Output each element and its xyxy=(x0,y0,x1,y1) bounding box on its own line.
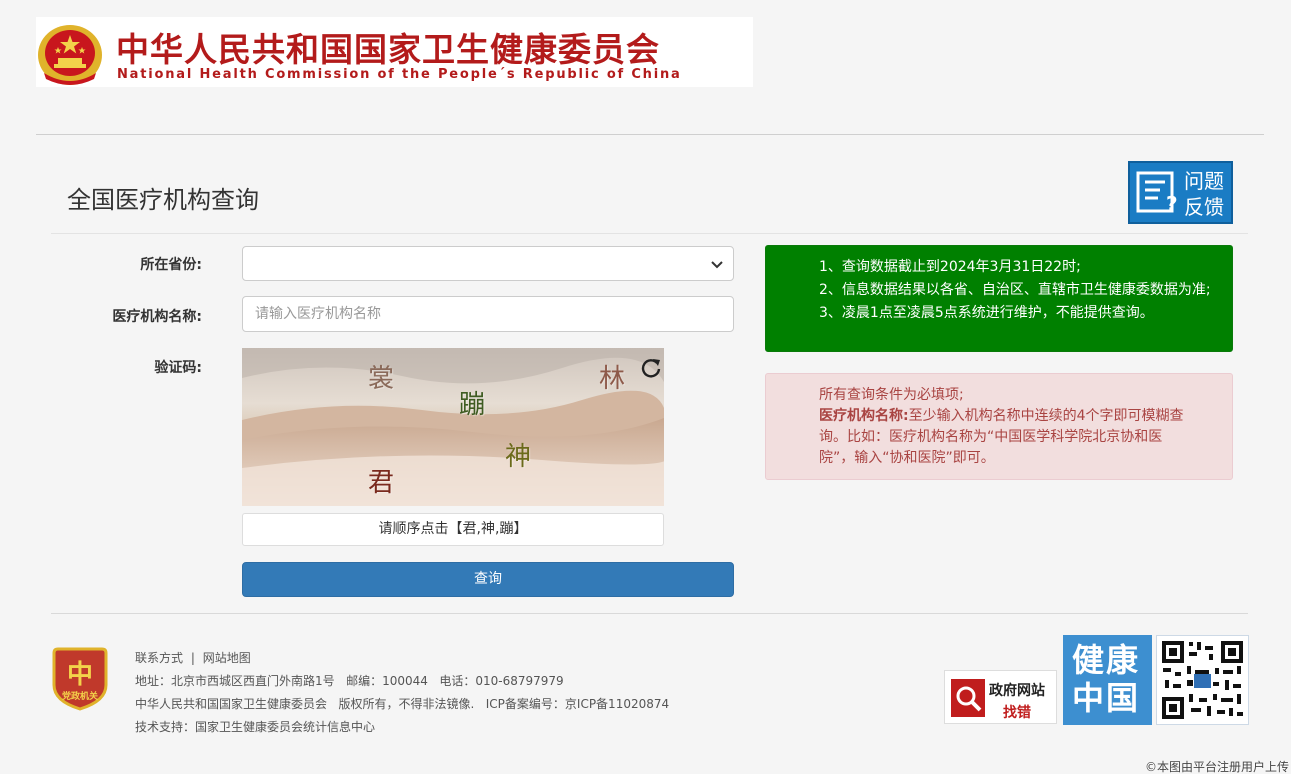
feedback-form-icon: ? xyxy=(1136,171,1178,215)
requirement-alert: 所有查询条件为必填项; 医疗机构名称:至少输入机构名称中连续的4个字即可模糊查询… xyxy=(765,373,1233,480)
gov-site-error-report-button[interactable]: 政府网站 找错 xyxy=(944,670,1057,724)
institution-name-input[interactable] xyxy=(242,296,734,332)
link-separator: | xyxy=(190,651,195,665)
captcha-instruction: 请顺序点击【君,神,蹦】 xyxy=(242,513,664,546)
requirement-bold-label: 医疗机构名称: xyxy=(819,408,909,424)
captcha-char[interactable]: 神 xyxy=(505,436,531,473)
captcha-char[interactable]: 林 xyxy=(599,358,625,395)
site-title-cn: 中华人民共和国国家卫生健康委员会 xyxy=(116,30,660,69)
data-notice: 1、查询数据截止到2024年3月31日22时; 2、信息数据结果以各省、自治区、… xyxy=(765,245,1233,352)
province-select[interactable] xyxy=(242,246,734,281)
party-badge-label: 党政机关 xyxy=(62,690,98,702)
captcha-char[interactable]: 君 xyxy=(368,462,394,499)
footer-phone: 电话：010-68797979 xyxy=(439,674,564,688)
notice-line: 2、信息数据结果以各省、自治区、直辖市卫生健康委数据为准; xyxy=(819,282,1211,298)
feedback-button[interactable]: ? 问题反馈 xyxy=(1128,161,1233,224)
platform-watermark: ©本图由平台注册用户上传 xyxy=(1144,760,1289,774)
refresh-icon[interactable] xyxy=(640,356,662,378)
sitemap-link[interactable]: 网站地图 xyxy=(203,651,251,665)
footer-copyright-org: 中华人民共和国国家卫生健康委员会 xyxy=(135,697,328,711)
captcha-char[interactable]: 裳 xyxy=(368,358,394,395)
party-government-badge-icon[interactable]: 中 党政机关 xyxy=(52,645,108,711)
captcha-label: 验证码: xyxy=(154,360,202,376)
captcha-image[interactable]: 裳 林 蹦 神 君 xyxy=(242,348,664,506)
header-banner: 中华人民共和国国家卫生健康委员会 National Health Commiss… xyxy=(36,17,753,87)
svg-text:中: 中 xyxy=(67,660,93,690)
gov-error-line2: 找错 xyxy=(1003,705,1031,721)
qr-code-icon xyxy=(1156,635,1249,725)
health-china-label: 健康中国 xyxy=(1072,641,1141,717)
footer-tech-support: 技术支持：国家卫生健康委员会统计信息中心 xyxy=(135,720,376,734)
query-button[interactable]: 查询 xyxy=(242,562,734,597)
contact-link[interactable]: 联系方式 xyxy=(135,651,183,665)
footer-info: 联系方式 | 网站地图 地址：北京市西城区西直门外南路1号 邮编：100044 … xyxy=(135,647,669,739)
health-china-logo[interactable]: 健康中国 xyxy=(1063,635,1152,725)
captcha-char[interactable]: 蹦 xyxy=(459,384,485,421)
footer-address: 地址：北京市西城区西直门外南路1号 xyxy=(135,674,335,688)
feedback-label: 问题反馈 xyxy=(1184,169,1224,219)
province-label: 所在省份: xyxy=(140,257,202,273)
national-emblem-icon xyxy=(36,17,104,87)
page-title: 全国医疗机构查询 xyxy=(67,186,259,214)
footer-postcode: 邮编：100044 xyxy=(346,674,428,688)
title-divider xyxy=(51,233,1248,234)
chevron-down-icon xyxy=(711,261,723,269)
gov-error-line1: 政府网站 xyxy=(989,683,1045,699)
svg-text:?: ? xyxy=(1166,192,1178,215)
footer-divider xyxy=(51,613,1248,614)
notice-line: 1、查询数据截止到2024年3月31日22时; xyxy=(819,259,1081,275)
requirement-line: 所有查询条件为必填项; xyxy=(819,387,964,403)
magnifier-icon xyxy=(951,679,985,717)
site-title-en: National Health Commission of the People… xyxy=(117,67,682,82)
header-divider xyxy=(36,134,1264,135)
footer-icp: ICP备案编号：京ICP备11020874 xyxy=(485,697,670,711)
footer-copyright: 版权所有，不得非法镜像. xyxy=(338,697,475,711)
notice-line: 3、凌晨1点至凌晨5点系统进行维护，不能提供查询。 xyxy=(819,305,1154,321)
requirement-detail: 医疗机构名称:至少输入机构名称中连续的4个字即可模糊查询。比如：医疗机构名称为“… xyxy=(819,406,1192,469)
institution-label: 医疗机构名称: xyxy=(112,309,202,325)
